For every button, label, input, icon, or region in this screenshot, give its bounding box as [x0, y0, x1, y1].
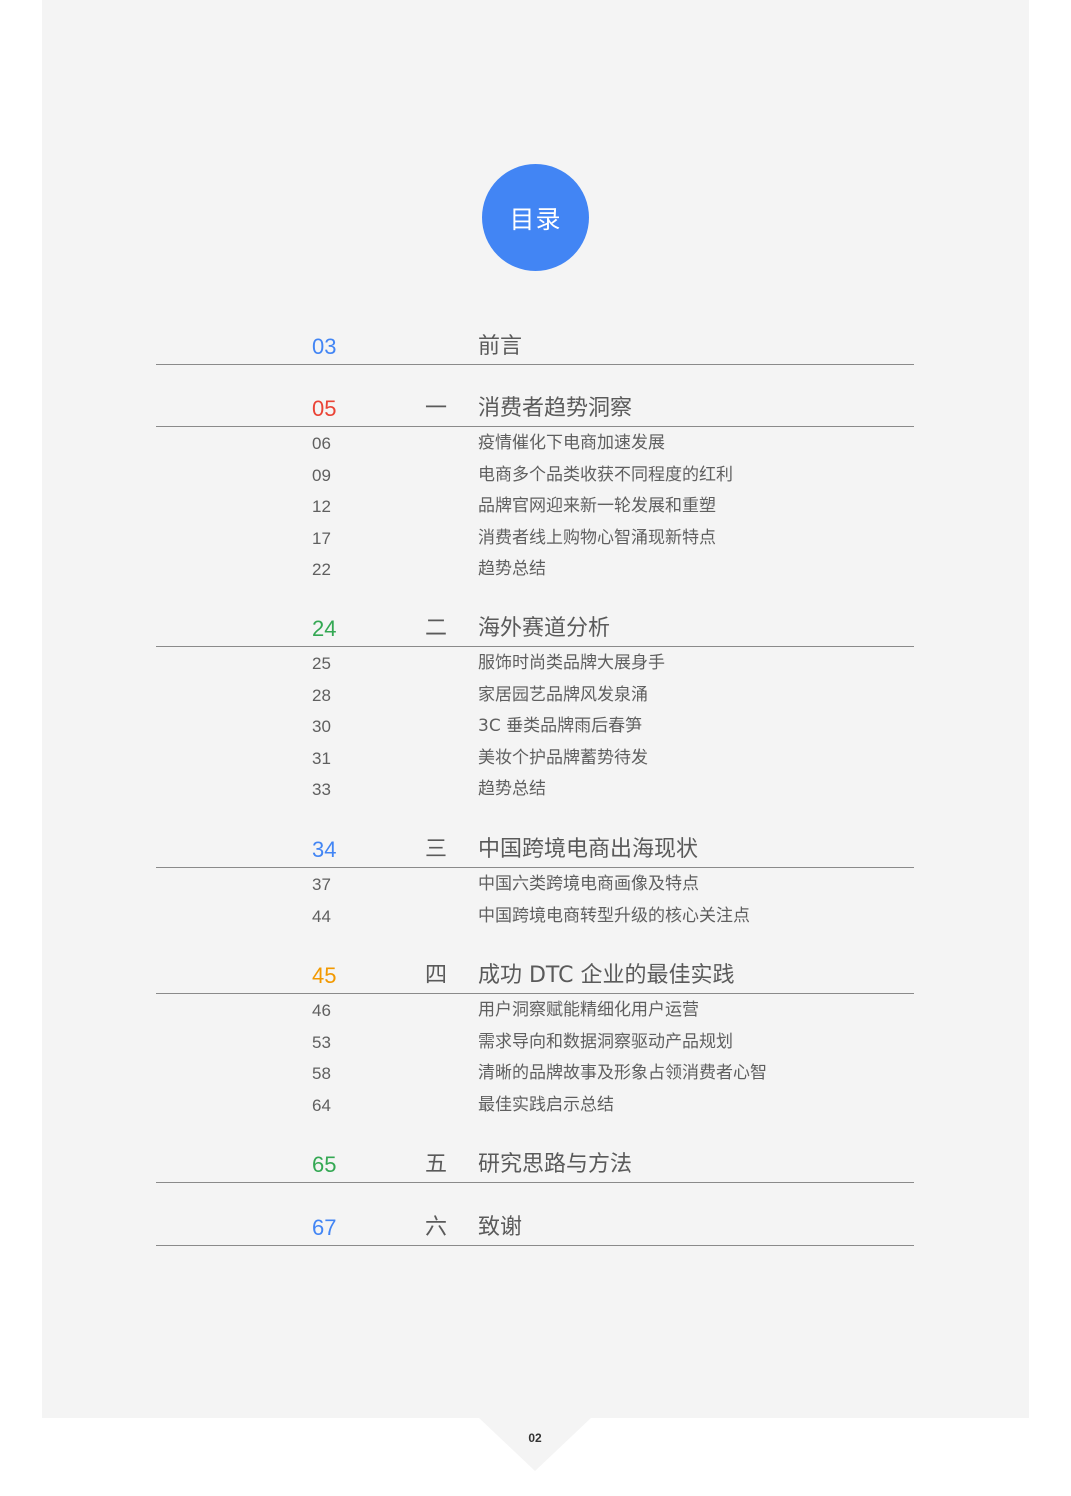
section-divider: [156, 867, 914, 868]
item-title: 趋势总结: [478, 779, 546, 799]
section-title: 前言: [478, 334, 523, 359]
item-page-number: 30: [312, 717, 331, 736]
item-page-number: 09: [312, 465, 331, 485]
section-page-number: 65: [312, 1152, 337, 1177]
item-page-number: 06: [312, 434, 331, 453]
table-of-contents: 03 前言 05 一 消费者趋势洞察 06 疫情催化下电商加速发展 09 电商多个品类收获不同程…: [0, 0, 1071, 1300]
section-numeral: 三: [425, 837, 448, 862]
item-title: 消费者线上购物心智涌现新特点: [478, 527, 716, 548]
item-title: 品牌官网迎来新一轮发展和重塑: [478, 496, 716, 516]
section-divider: [156, 426, 914, 427]
item-page-number: 53: [312, 1032, 331, 1052]
section-title: 中国跨境电商出海现状: [478, 837, 699, 862]
item-title: 清晰的品牌故事及形象占领消费者心智: [478, 1063, 767, 1083]
section-divider: [156, 993, 914, 994]
section-page-number: 24: [312, 616, 337, 641]
section-page-number: 67: [312, 1215, 337, 1240]
item-title: 最佳实践启示总结: [478, 1094, 614, 1115]
item-title: 中国六类跨境电商画像及特点: [478, 874, 699, 894]
item-title: 服饰时尚类品牌大展身手: [478, 653, 665, 673]
section-numeral: 二: [425, 616, 448, 641]
section-page-number: 05: [312, 396, 337, 421]
item-page-number: 28: [312, 685, 331, 705]
item-page-number: 37: [312, 875, 331, 894]
item-title: 3C 垂类品牌雨后春笋: [478, 716, 643, 736]
item-page-number: 64: [312, 1095, 331, 1115]
item-title: 中国跨境电商转型升级的核心关注点: [478, 905, 750, 926]
section-title: 消费者趋势洞察: [478, 396, 633, 421]
item-page-number: 22: [312, 560, 331, 579]
item-page-number: 44: [312, 906, 331, 926]
section-numeral: 四: [425, 963, 448, 988]
section-title: 研究思路与方法: [478, 1152, 633, 1177]
item-title: 用户洞察赋能精细化用户运营: [478, 1000, 699, 1020]
section-divider: [156, 646, 914, 647]
item-page-number: 58: [312, 1064, 331, 1083]
section-title: 成功 DTC 企业的最佳实践: [478, 963, 735, 988]
item-page-number: 46: [312, 1001, 331, 1020]
item-title: 家居园艺品牌风发泉涌: [478, 684, 648, 705]
item-page-number: 17: [312, 528, 331, 548]
item-title: 电商多个品类收获不同程度的红利: [478, 464, 733, 485]
section-title: 致谢: [478, 1215, 523, 1240]
item-title: 需求导向和数据洞察驱动产品规划: [478, 1031, 733, 1052]
section-divider: [156, 1245, 914, 1246]
item-title: 趋势总结: [478, 559, 546, 579]
item-page-number: 33: [312, 780, 331, 799]
section-divider: [156, 1182, 914, 1183]
section-page-number: 03: [312, 334, 337, 359]
item-page-number: 12: [312, 497, 331, 516]
section-divider: [156, 364, 914, 365]
section-numeral: 六: [425, 1215, 448, 1240]
section-numeral: 五: [425, 1152, 448, 1177]
item-title: 疫情催化下电商加速发展: [478, 433, 665, 453]
section-page-number: 45: [312, 963, 337, 988]
section-numeral: 一: [425, 396, 448, 421]
item-page-number: 25: [312, 654, 331, 673]
section-page-number: 34: [312, 837, 337, 862]
item-page-number: 31: [312, 748, 331, 768]
item-title: 美妆个护品牌蓄势待发: [478, 747, 648, 768]
section-title: 海外赛道分析: [478, 616, 611, 641]
page-number: 02: [528, 1431, 542, 1445]
